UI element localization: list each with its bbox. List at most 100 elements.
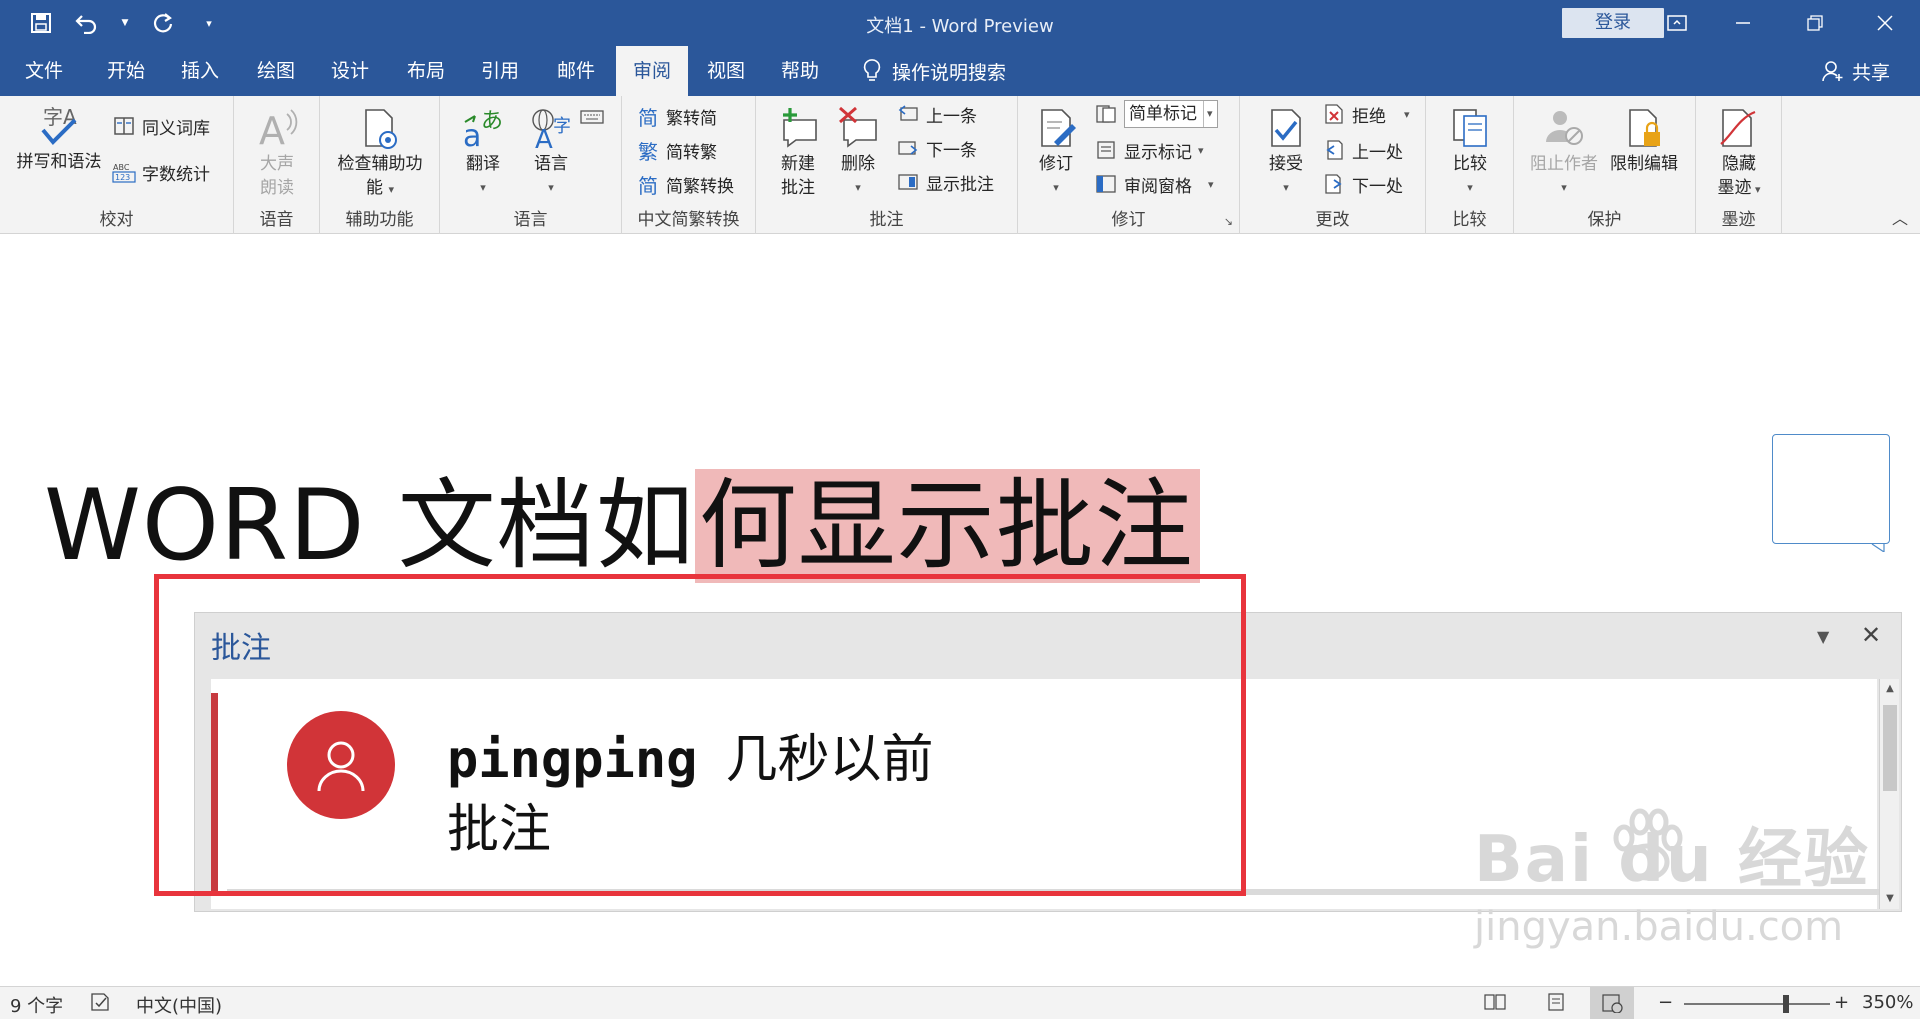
traditional-to-simplified-button[interactable]: 简 繁转简	[636, 102, 717, 130]
svg-text:字: 字	[553, 116, 571, 137]
tab-file[interactable]: 文件	[10, 46, 78, 96]
login-button[interactable]: 登录	[1562, 8, 1664, 38]
block-authors-button[interactable]: 阻止作者 ▾	[1526, 106, 1602, 200]
pane-close-button[interactable]: ✕	[1861, 621, 1881, 649]
comment-balloon-icon[interactable]	[1772, 434, 1890, 552]
word-count-icon: ABC 123	[112, 160, 136, 184]
commented-text-highlight[interactable]: 何显示批注	[694, 469, 1200, 583]
comment-timestamp: 几秒以前	[725, 730, 934, 790]
print-layout-button[interactable]	[1546, 992, 1566, 1012]
zoom-slider-track[interactable]	[1684, 1003, 1830, 1005]
ribbon-display-options-button[interactable]	[1654, 6, 1700, 40]
read-aloud-button[interactable]: A 大声朗读	[244, 106, 310, 200]
minimize-button[interactable]	[1720, 6, 1766, 40]
tab-review[interactable]: 审阅	[616, 46, 688, 96]
markup-mode-select[interactable]: 简单标记 ▾	[1124, 100, 1218, 128]
ime-keyboard-button[interactable]	[580, 102, 604, 130]
collapse-ribbon-button[interactable]: ︿	[1892, 205, 1908, 229]
compare-button[interactable]: 比较 ▾	[1442, 106, 1498, 200]
share-button[interactable]: 共享	[1822, 46, 1890, 96]
hide-ink-button[interactable]: 隐藏墨迹 ▾	[1708, 106, 1770, 202]
close-icon	[1877, 15, 1893, 31]
reject-button[interactable]: 拒绝 ▾	[1322, 100, 1410, 128]
tab-mailings[interactable]: 邮件	[542, 46, 610, 96]
next-comment-button[interactable]: 下一条	[896, 134, 977, 162]
close-icon: ✕	[1861, 621, 1882, 649]
tab-view[interactable]: 视图	[692, 46, 760, 96]
simplified-to-traditional-button[interactable]: 繁 简转繁	[636, 136, 717, 164]
tab-help[interactable]: 帮助	[766, 46, 834, 96]
track-changes-button[interactable]: 修订 ▾	[1030, 106, 1082, 200]
read-mode-button[interactable]	[1484, 992, 1506, 1012]
tab-references[interactable]: 引用	[466, 46, 534, 96]
accept-button[interactable]: 接受 ▾	[1260, 106, 1312, 200]
new-comment-label: 新建批注	[781, 154, 815, 198]
chevron-down-icon: ▾	[548, 181, 554, 194]
proofing-status[interactable]	[90, 992, 112, 1012]
chevron-down-icon: ▾	[1053, 181, 1059, 194]
new-comment-button[interactable]: 新建批注	[772, 106, 824, 200]
tracking-options-launcher[interactable]: ↘	[1224, 215, 1233, 228]
tab-draw[interactable]: 绘图	[242, 46, 310, 96]
read-mode-icon	[1484, 994, 1506, 1010]
tab-layout[interactable]: 布局	[392, 46, 460, 96]
spelling-grammar-button[interactable]: 字A 拼写和语法	[10, 104, 108, 174]
scroll-up-button[interactable]: ▲	[1880, 679, 1900, 699]
restrict-editing-label: 限制编辑	[1610, 154, 1678, 174]
show-markup-button[interactable]: 显示标记 ▾	[1094, 136, 1204, 164]
hide-ink-label: 隐藏墨迹 ▾	[1717, 154, 1761, 198]
tab-home[interactable]: 开始	[92, 46, 160, 96]
avatar	[287, 711, 395, 819]
close-button[interactable]	[1862, 6, 1908, 40]
translate-label: 翻译	[466, 154, 500, 174]
word-count-status[interactable]: 9 个字	[10, 992, 63, 1018]
translate-button[interactable]: aあ 翻译 ▾	[454, 106, 512, 200]
simplified-to-traditional-label: 简转繁	[666, 142, 717, 163]
previous-change-button[interactable]: 上一处	[1322, 136, 1403, 164]
status-bar: 9 个字 中文(中国) − + 350%	[0, 986, 1920, 1019]
chinese-conversion-button[interactable]: 简 简繁转换	[636, 170, 734, 198]
show-markup-icon	[1094, 138, 1118, 162]
document-heading[interactable]: WORD 文档如何显示批注	[44, 446, 1200, 588]
zoom-out-button[interactable]: −	[1658, 992, 1673, 1013]
comment-text[interactable]: 批注	[447, 787, 551, 862]
scroll-thumb[interactable]	[1883, 705, 1897, 791]
chevron-down-icon: ▾	[1561, 181, 1567, 194]
reviewing-pane-label: 审阅窗格	[1124, 176, 1192, 197]
comments-pane-scrollbar[interactable]: ▲ ▼	[1879, 679, 1899, 909]
previous-comment-button[interactable]: 上一条	[896, 100, 977, 128]
show-comments-button[interactable]: 显示批注	[896, 168, 994, 196]
zoom-in-button[interactable]: +	[1834, 992, 1849, 1013]
reviewing-pane-button[interactable]: 审阅窗格 ▾	[1094, 170, 1214, 198]
thesaurus-button[interactable]: 同义词库	[112, 112, 210, 140]
reject-icon	[1322, 102, 1346, 126]
scroll-down-button[interactable]: ▼	[1880, 889, 1900, 909]
tab-design[interactable]: 设计	[316, 46, 384, 96]
language-status[interactable]: 中文(中国)	[136, 992, 222, 1018]
tab-insert[interactable]: 插入	[166, 46, 234, 96]
language-button[interactable]: A字 语言 ▾	[518, 106, 584, 200]
group-label-protect: 保护	[1587, 210, 1622, 230]
delete-comment-button[interactable]: 删除 ▾	[832, 106, 884, 200]
delete-comment-label: 删除	[841, 154, 875, 174]
track-changes-icon	[1034, 106, 1078, 150]
tell-me-search[interactable]: 操作说明搜索	[862, 46, 1006, 96]
word-count-button[interactable]: ABC 123 字数统计	[112, 158, 210, 186]
thesaurus-label: 同义词库	[142, 118, 210, 139]
show-comments-label: 显示批注	[926, 174, 994, 195]
ribbon-display-icon	[1667, 15, 1687, 31]
block-authors-icon	[1542, 106, 1586, 150]
check-accessibility-button[interactable]: 检查辅助功能 ▾	[330, 106, 430, 202]
chevron-down-icon: ▾	[1203, 101, 1213, 127]
restore-button[interactable]	[1792, 6, 1838, 40]
web-layout-button[interactable]	[1590, 987, 1634, 1019]
person-icon	[317, 741, 365, 792]
zoom-slider-thumb[interactable]	[1783, 995, 1790, 1013]
chevron-down-icon: ▾	[1208, 177, 1214, 191]
restrict-editing-button[interactable]: 限制编辑	[1606, 106, 1682, 176]
pane-options-dropdown[interactable]: ▼	[1817, 627, 1829, 646]
zoom-level[interactable]: 350%	[1862, 992, 1913, 1013]
markup-mode-dropdown[interactable]: 简单标记 ▾	[1094, 100, 1218, 128]
next-change-button[interactable]: 下一处	[1322, 170, 1403, 198]
check-accessibility-label: 检查辅助功能 ▾	[337, 154, 423, 198]
